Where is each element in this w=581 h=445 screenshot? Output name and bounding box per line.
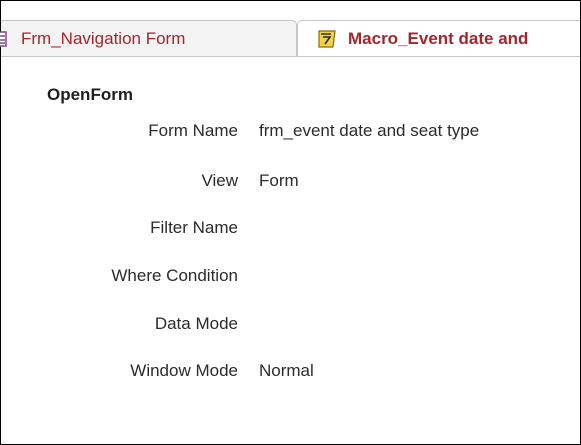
macro-icon	[316, 28, 338, 50]
tab-bar-divider	[1, 56, 580, 57]
tab-frm-navigation-form[interactable]: Frm_Navigation Form	[0, 20, 297, 56]
document-tab-bar: Frm_Navigation Form Macro_Event date and	[0, 1, 580, 57]
argument-row-view: View Form	[1, 171, 580, 195]
argument-label: View	[201, 171, 238, 190]
argument-label: Where Condition	[111, 266, 238, 285]
argument-row-data-mode: Data Mode	[1, 314, 580, 338]
macro-action-title[interactable]: OpenForm	[47, 85, 133, 105]
argument-label: Data Mode	[154, 314, 238, 333]
argument-value-form-name[interactable]: frm_event date and seat type	[259, 121, 479, 141]
argument-row-form-name: Form Name frm_event date and seat type	[1, 121, 580, 145]
tab-label: Frm_Navigation Form	[21, 28, 186, 48]
tab-label: Macro_Event date and	[348, 28, 529, 48]
argument-label: Filter Name	[150, 218, 238, 237]
argument-value-window-mode[interactable]: Normal	[259, 361, 314, 381]
argument-label: Form Name	[148, 121, 238, 140]
argument-row-where-condition: Where Condition	[1, 266, 580, 290]
tab-macro-event-date[interactable]: Macro_Event date and	[297, 20, 580, 56]
macro-designer-window: Frm_Navigation Form Macro_Event date and…	[0, 0, 581, 445]
form-icon	[0, 30, 7, 48]
argument-label: Window Mode	[130, 361, 238, 380]
argument-row-filter-name: Filter Name	[1, 218, 580, 242]
argument-row-window-mode: Window Mode Normal	[1, 361, 580, 385]
argument-value-view[interactable]: Form	[259, 171, 299, 191]
